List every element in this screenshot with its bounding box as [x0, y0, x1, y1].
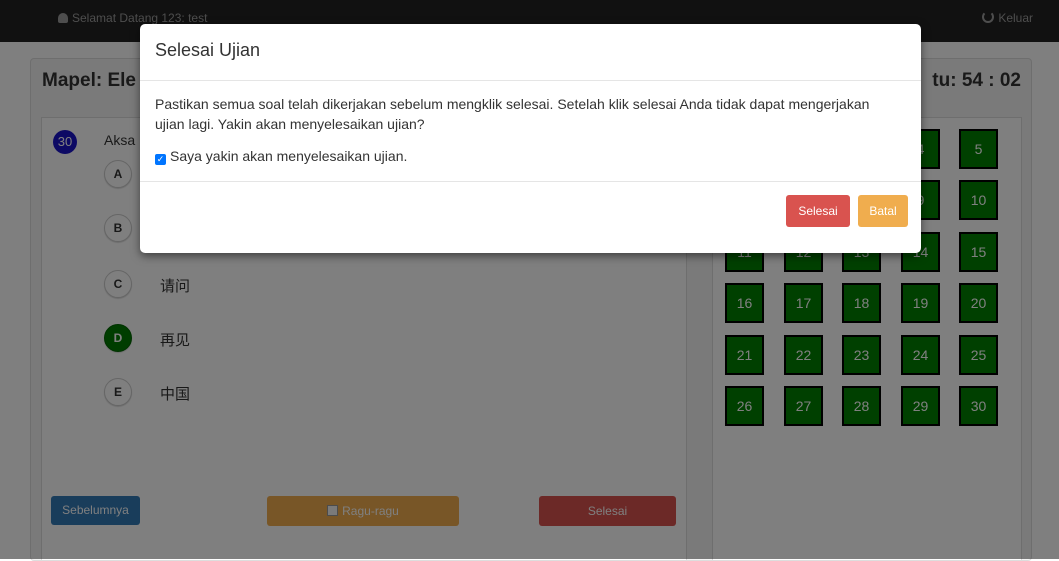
modal-cancel-button[interactable]: Batal	[858, 195, 908, 227]
modal-confirm-button[interactable]: Selesai	[786, 195, 850, 227]
confirm-checkbox[interactable]: ✓ Saya yakin akan menyelesaikan ujian.	[155, 148, 407, 165]
modal-header: Selesai Ujian	[140, 24, 921, 81]
checkbox-checked-icon[interactable]: ✓	[155, 154, 166, 165]
modal-message: Pastikan semua soal telah dikerjakan seb…	[155, 96, 870, 132]
confirm-checkbox-label[interactable]: Saya yakin akan menyelesaikan ujian.	[170, 148, 407, 164]
modal-title: Selesai Ujian	[155, 40, 261, 60]
finish-exam-modal: Selesai Ujian Pastikan semua soal telah …	[140, 24, 921, 253]
